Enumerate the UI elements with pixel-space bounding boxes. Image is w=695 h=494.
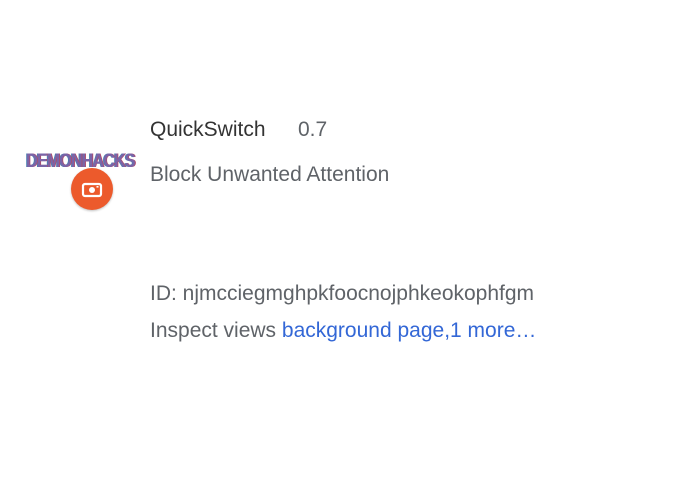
camera-badge [71,168,113,210]
inspect-views-row: Inspect views background page,1 more… [150,319,536,343]
more-views-link[interactable]: 1 more… [450,319,536,342]
extension-icon: DEMONHACKS [26,138,136,214]
extension-description: Block Unwanted Attention [150,163,390,186]
extension-id: ID: njmcciegmghpkfoocnojphkeokophfgm [150,282,535,305]
camera-icon [81,182,103,198]
background-page-link[interactable]: background page, [282,319,450,342]
extension-version: 0.7 [298,118,328,141]
inspect-views-label: Inspect views [150,319,282,342]
extension-card: DEMONHACKS QuickSwitch 0.7 Block Unwante… [0,0,695,494]
extension-name: QuickSwitch [150,118,266,141]
